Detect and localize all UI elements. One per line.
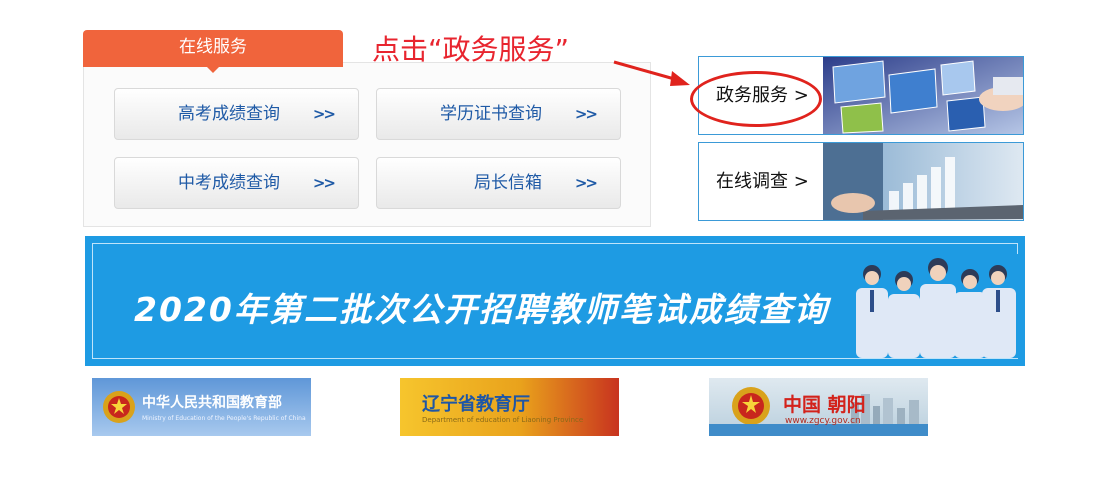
national-emblem-icon <box>103 391 135 423</box>
director-mailbox-label: 局长信箱 <box>474 173 542 193</box>
highlight-oval <box>690 71 822 127</box>
moe-link-subtitle: Ministry of Education of the People's Re… <box>142 415 306 422</box>
moe-link-title: 中华人民共和国教育部 <box>142 395 282 411</box>
chaoyang-link-subtitle: www.zgcy.gov.cn <box>785 416 861 426</box>
online-survey-label: 在线调查 > <box>716 171 809 192</box>
double-chevron-right-icon: >> <box>312 174 336 192</box>
national-emblem-icon <box>732 387 770 425</box>
annotation-arrow-icon <box>613 60 690 86</box>
double-chevron-right-icon: >> <box>574 105 598 123</box>
double-chevron-right-icon: >> <box>574 174 598 192</box>
click-instruction-annotation: 点击“政务服务” <box>372 33 570 66</box>
gov-service-image <box>823 57 1023 134</box>
liaoning-edu-link[interactable]: 辽宁省教育厅 Department of education of Liaoni… <box>400 378 619 436</box>
online-survey-image <box>823 143 1023 220</box>
liaoning-edu-link-title: 辽宁省教育厅 <box>422 394 530 415</box>
director-mailbox-button[interactable]: 局长信箱 >> <box>376 157 621 209</box>
online-services-tab: 在线服务 <box>83 30 343 73</box>
zhongkao-score-query-label: 中考成绩查询 <box>178 173 280 193</box>
staff-group-image <box>842 254 1018 358</box>
double-chevron-right-icon: >> <box>312 105 336 123</box>
diploma-query-label: 学历证书查询 <box>440 104 542 124</box>
diploma-query-button[interactable]: 学历证书查询 >> <box>376 88 621 140</box>
moe-link[interactable]: 中华人民共和国教育部 Ministry of Education of the … <box>92 378 311 436</box>
liaoning-edu-link-subtitle: Department of education of Liaoning Prov… <box>422 416 584 424</box>
chaoyang-link-title: 中国 朝阳 <box>783 394 866 416</box>
banner-title: 2020年第二批次公开招聘教师笔试成绩查询 <box>134 290 829 329</box>
online-survey-card[interactable]: 在线调查 > <box>698 142 1024 221</box>
online-services-tab-label: 在线服务 <box>179 37 247 57</box>
gaokao-score-query-button[interactable]: 高考成绩查询 >> <box>114 88 359 140</box>
zhongkao-score-query-button[interactable]: 中考成绩查询 >> <box>114 157 359 209</box>
gaokao-score-query-label: 高考成绩查询 <box>178 104 280 124</box>
chaoyang-link[interactable]: 中国 朝阳 www.zgcy.gov.cn <box>709 378 928 436</box>
